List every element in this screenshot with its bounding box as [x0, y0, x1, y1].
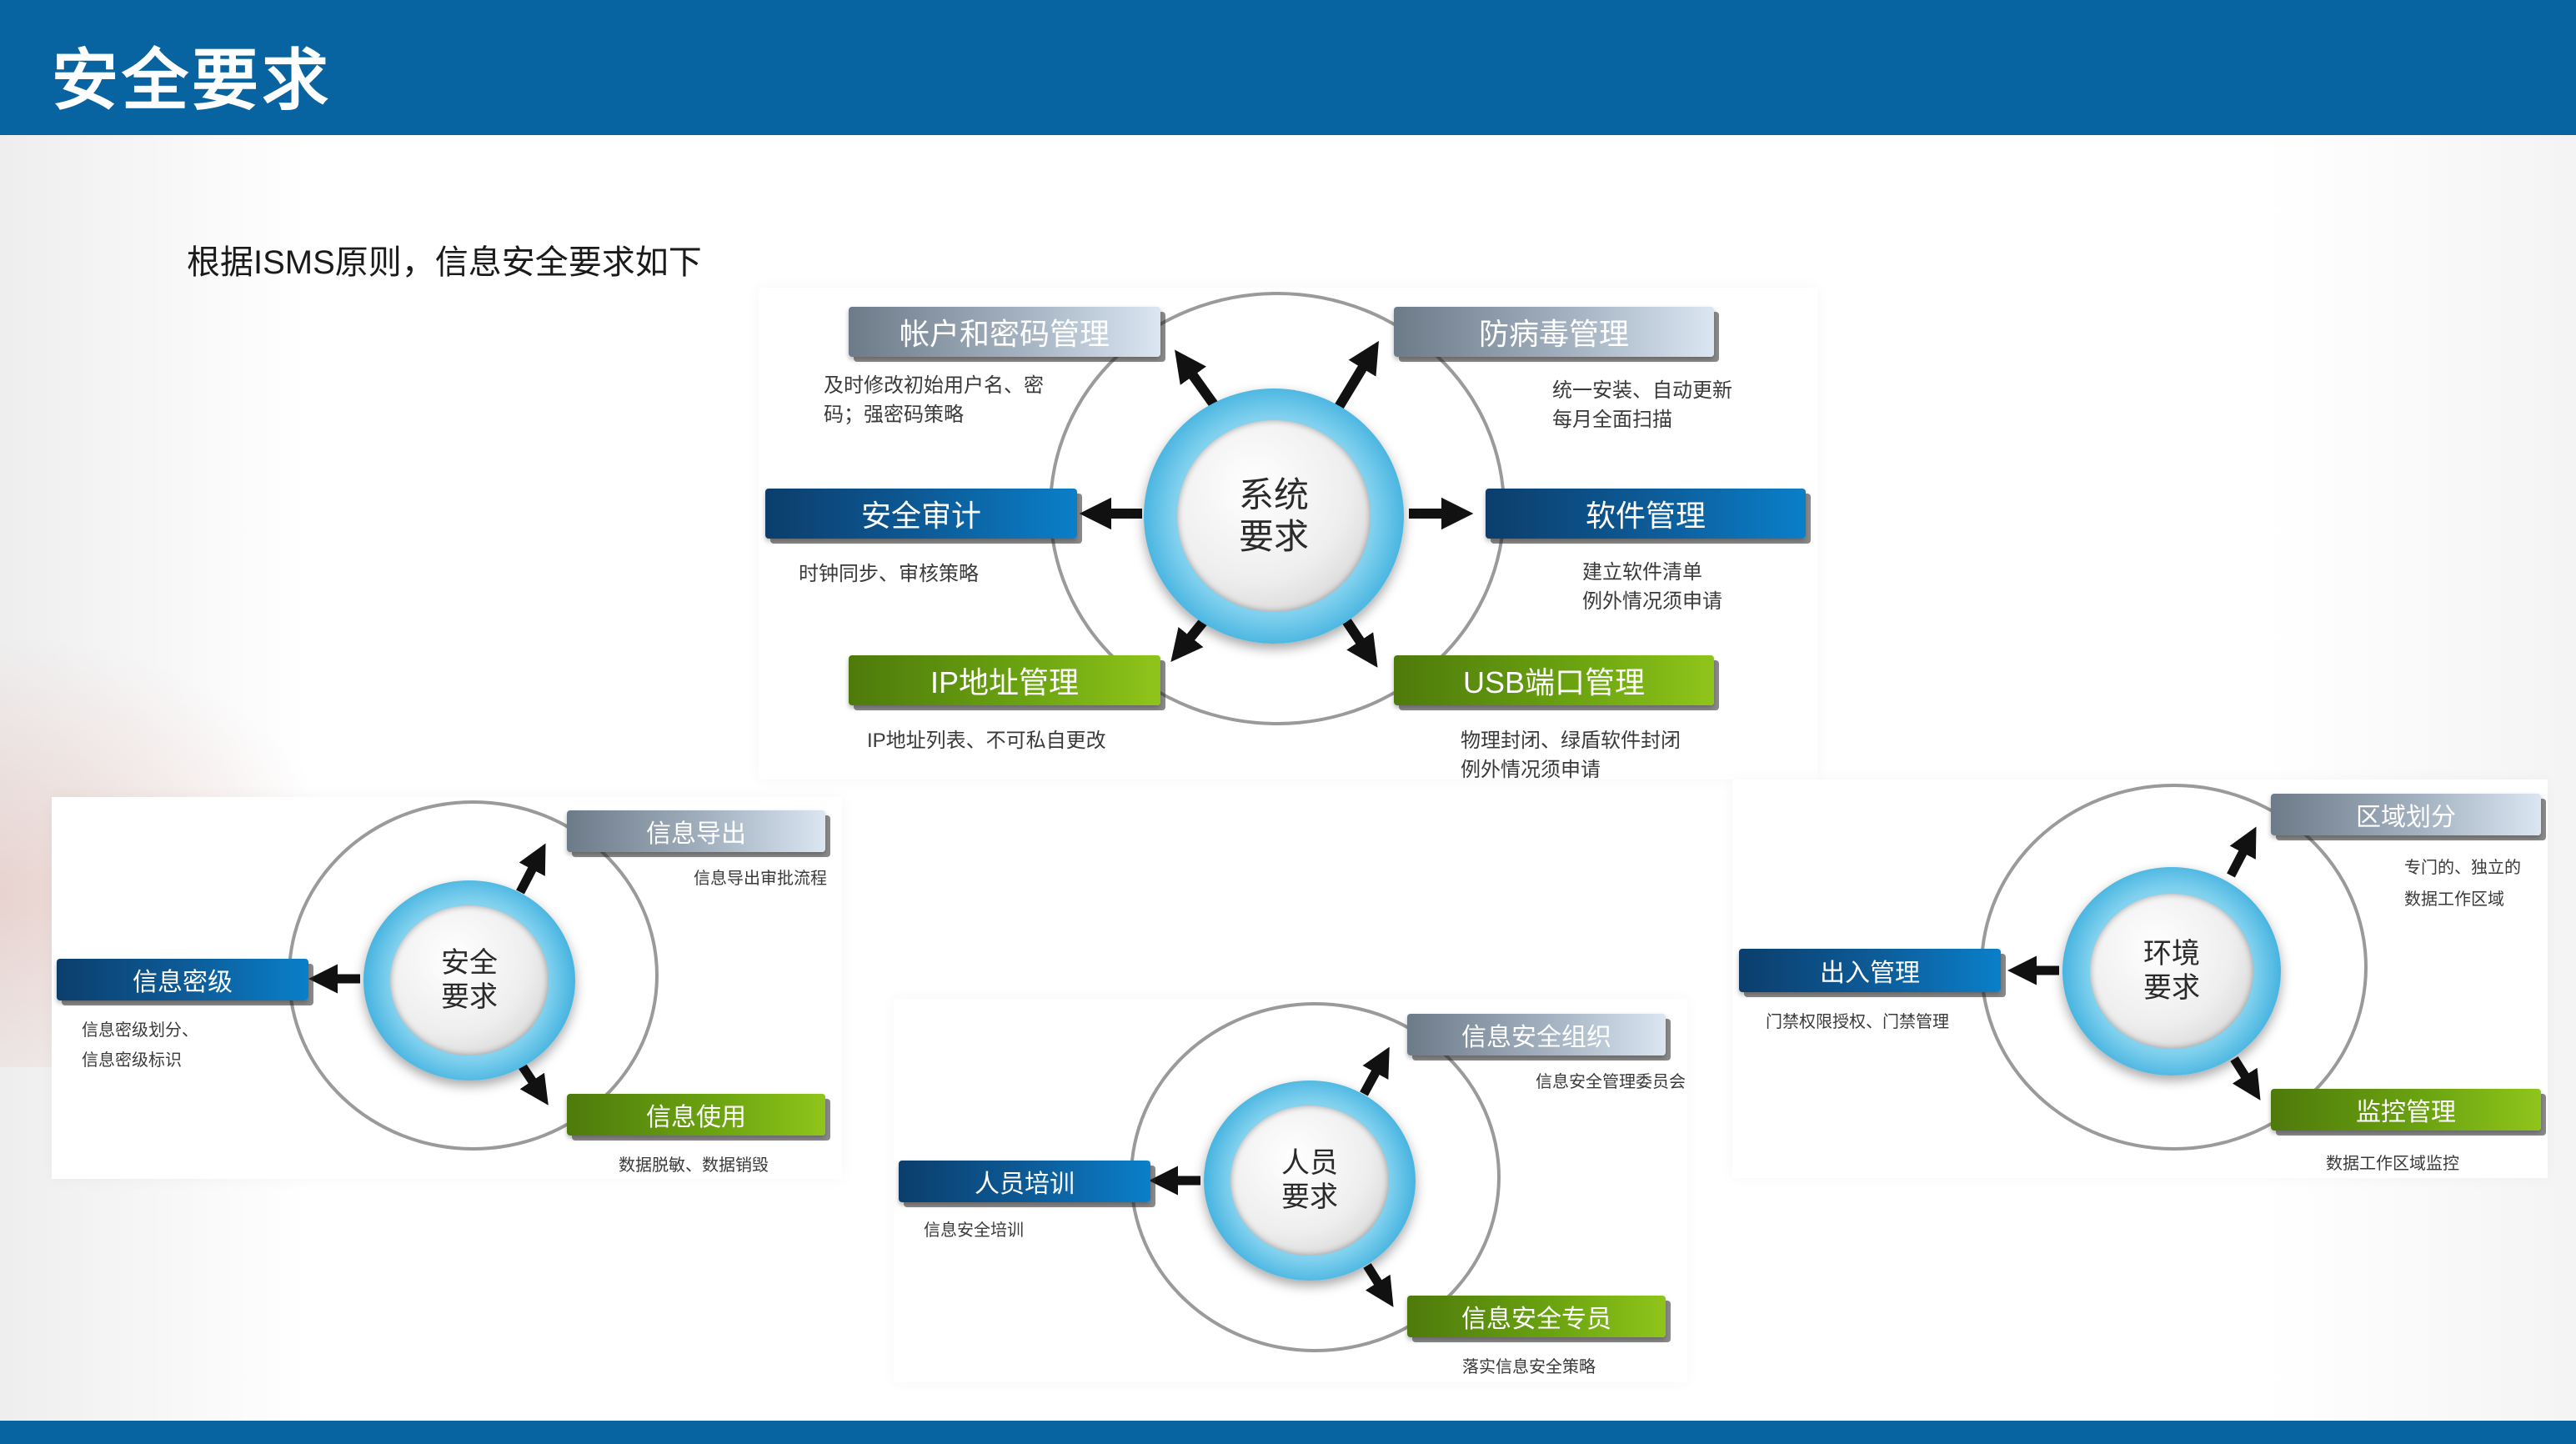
- info-security-officer-tag: 信息安全专员: [1407, 1296, 1666, 1337]
- security-audit-tag: 安全审计: [765, 489, 1077, 539]
- staff-training-tag: 人员培训: [899, 1161, 1150, 1202]
- security-center-line-2: 要求: [441, 981, 498, 1013]
- environment-hub: 环境 要求: [2062, 867, 2281, 1075]
- security-audit-desc: 时钟同步、审核策略: [799, 563, 979, 585]
- arrow-to-usb: [1340, 614, 1378, 668]
- software-management-tag: 软件管理: [1486, 489, 1806, 539]
- ip-address-desc: IP地址列表、不可私自更改: [867, 730, 1106, 752]
- arrow-to-use: [518, 1062, 549, 1106]
- environment-hub-center: 环境 要求: [2090, 894, 2253, 1049]
- account-password-tag: 帐户和密码管理: [849, 307, 1160, 357]
- info-export-tag: 信息导出: [567, 810, 825, 852]
- system-hub-center: 系统 要求: [1177, 420, 1371, 612]
- usb-port-tag: USB端口管理: [1394, 655, 1714, 705]
- software-management-desc: 建立软件清单 例外情况须申请: [1582, 561, 1722, 613]
- security-center-line-1: 安全: [441, 947, 498, 980]
- arrow-to-zone: [2227, 826, 2257, 878]
- antivirus-desc: 统一安装、自动更新 每月全面扫描: [1552, 379, 1732, 431]
- monitoring-management-tag: 监控管理: [2271, 1089, 2541, 1131]
- personnel-hub-center: 人员 要求: [1230, 1106, 1389, 1256]
- ip-address-tag: IP地址管理: [849, 655, 1160, 705]
- monitoring-management-desc: 数据工作区域监控: [2326, 1155, 2459, 1173]
- info-level-desc: 信息密级划分、 信息密级标识: [82, 1021, 198, 1070]
- footer-bar: [0, 1421, 2576, 1444]
- arrow-to-account: [1175, 349, 1220, 410]
- antivirus-tag: 防病毒管理: [1394, 307, 1714, 357]
- zone-division-desc: 专门的、独立的 数据工作区域: [2404, 859, 2521, 909]
- usb-port-desc: 物理封闭、绿盾软件封闭 例外情况须申请: [1461, 730, 1681, 781]
- arrow-to-antivirus: [1334, 340, 1379, 410]
- info-security-org-desc: 信息安全管理委员会: [1536, 1073, 1686, 1091]
- system-hub: 系统 要求: [1144, 389, 1404, 644]
- environment-center-line-1: 环境: [2143, 938, 2200, 970]
- info-security-org-tag: 信息安全组织: [1407, 1014, 1666, 1055]
- personnel-center-line-1: 人员: [1281, 1147, 1338, 1180]
- info-security-officer-desc: 落实信息安全策略: [1462, 1358, 1596, 1376]
- access-management-desc: 门禁权限授权、门禁管理: [1766, 1013, 1949, 1031]
- personnel-hub: 人员 要求: [1204, 1080, 1416, 1281]
- personnel-center-line-2: 要求: [1281, 1181, 1338, 1213]
- arrow-to-org: [1360, 1046, 1390, 1096]
- arrow-to-monitor: [2230, 1056, 2261, 1101]
- zone-division-tag: 区域划分: [2271, 794, 2541, 835]
- system-center-line-1: 系统: [1238, 474, 1309, 514]
- info-export-desc: 信息导出审批流程: [694, 870, 827, 888]
- security-hub: 安全 要求: [363, 880, 575, 1080]
- account-password-desc: 及时修改初始用户名、密 码；强密码策略: [824, 374, 1044, 426]
- arrow-to-export: [516, 843, 546, 895]
- access-management-tag: 出入管理: [1739, 949, 2001, 992]
- system-center-line-2: 要求: [1238, 517, 1309, 556]
- staff-training-desc: 信息安全培训: [924, 1221, 1024, 1240]
- info-level-tag: 信息密级: [57, 959, 308, 1000]
- security-hub-center: 安全 要求: [390, 905, 549, 1055]
- info-use-tag: 信息使用: [567, 1094, 825, 1136]
- environment-center-line-2: 要求: [2143, 972, 2200, 1004]
- arrow-to-officer: [1363, 1263, 1394, 1307]
- info-use-desc: 数据脱敏、数据销毁: [619, 1156, 769, 1175]
